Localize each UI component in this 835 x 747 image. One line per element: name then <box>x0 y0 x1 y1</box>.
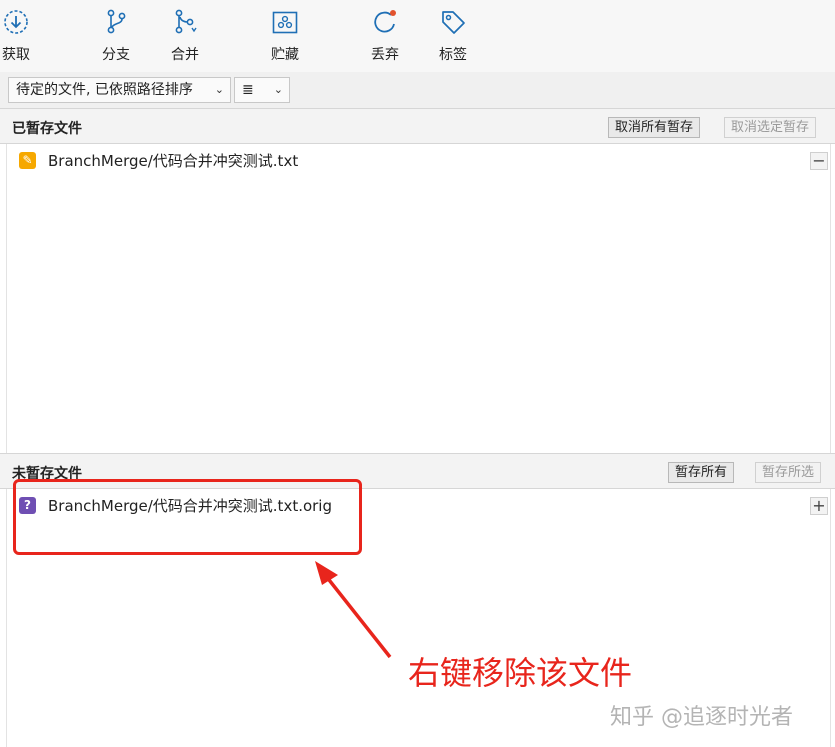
fetch-button[interactable]: 获取 <box>0 6 46 66</box>
stash-button[interactable]: 贮藏 <box>255 6 315 66</box>
staged-file-list: ✎ BranchMerge/代码合并冲突测试.txt − <box>6 144 831 453</box>
stage-selected-button[interactable]: 暂存所选 <box>755 462 822 483</box>
merge-button[interactable]: 合并 <box>155 6 215 66</box>
branch-button[interactable]: 分支 <box>86 6 146 66</box>
staged-file-row[interactable]: ✎ BranchMerge/代码合并冲突测试.txt <box>19 149 809 173</box>
view-select[interactable]: ≣ ⌄ <box>234 77 290 103</box>
stage-file-button[interactable]: + <box>810 497 828 515</box>
stash-label: 贮藏 <box>271 47 299 63</box>
watermark: 知乎 @追逐时光者 <box>610 705 793 730</box>
tag-button[interactable]: 标签 <box>423 6 483 66</box>
staged-header: 已暂存文件 取消所有暂存 取消选定暂存 <box>0 108 835 144</box>
modified-file-icon: ✎ <box>19 152 36 169</box>
stash-icon <box>272 11 298 34</box>
fetch-label: 获取 <box>2 47 30 63</box>
highlight-box <box>13 479 362 555</box>
discard-label: 丢弃 <box>371 47 399 63</box>
fetch-icon <box>4 10 28 34</box>
staged-title: 已暂存文件 <box>12 121 82 137</box>
sort-select[interactable]: 待定的文件, 已依照路径排序 ⌄ <box>8 77 231 103</box>
discard-button[interactable]: 丢弃 <box>355 6 415 66</box>
staged-file-name: BranchMerge/代码合并冲突测试.txt <box>48 152 299 170</box>
discard-icon <box>374 10 396 33</box>
merge-label: 合并 <box>171 47 199 63</box>
unstage-selected-button[interactable]: 取消选定暂存 <box>724 117 817 138</box>
tag-icon <box>442 11 465 34</box>
unstage-file-button[interactable]: − <box>810 152 828 170</box>
merge-icon <box>175 9 197 34</box>
chevron-down-icon: ⌄ <box>214 83 224 96</box>
branch-label: 分支 <box>102 47 130 63</box>
tag-label: 标签 <box>439 47 467 63</box>
branch-icon <box>107 9 126 34</box>
annotation-text: 右键移除该文件 <box>408 654 633 692</box>
toolbar: 获取 分支 合并 贮藏 丢弃 标签 <box>0 0 835 73</box>
stage-all-button[interactable]: 暂存所有 <box>668 462 735 483</box>
chevron-down-icon: ⌄ <box>273 83 283 96</box>
filter-bar: 待定的文件, 已依照路径排序 ⌄ ≣ ⌄ <box>0 72 835 109</box>
annotation-arrow <box>315 561 392 659</box>
list-view-icon: ≣ <box>242 82 254 98</box>
sort-select-value: 待定的文件, 已依照路径排序 <box>16 82 193 98</box>
unstage-all-button[interactable]: 取消所有暂存 <box>608 117 701 138</box>
